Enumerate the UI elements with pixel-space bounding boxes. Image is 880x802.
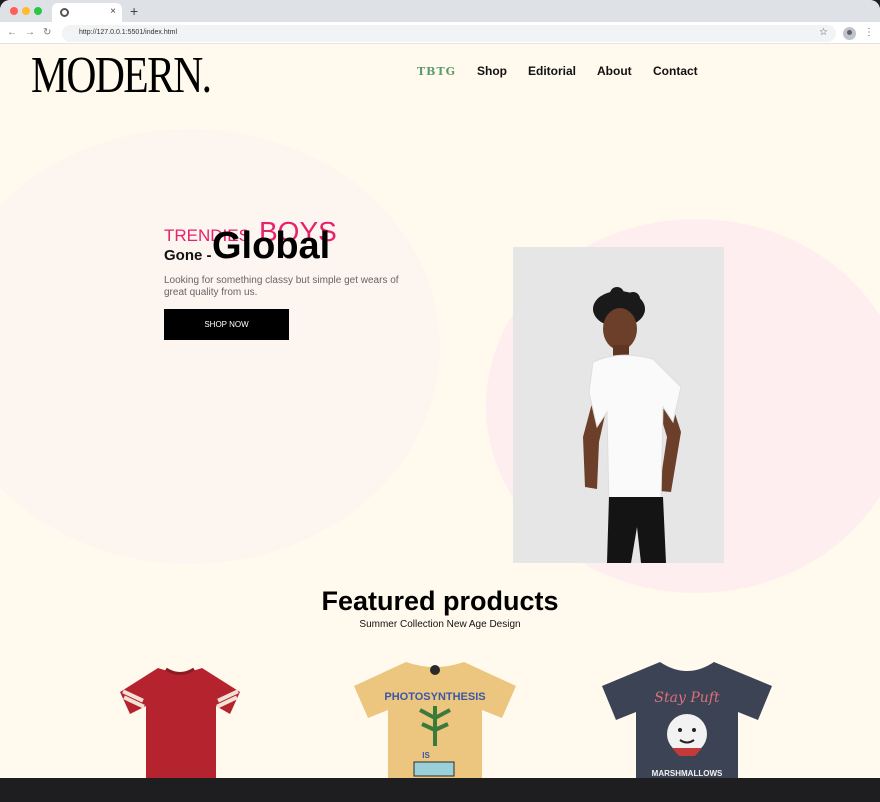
site-logo[interactable]: MODERN.	[31, 46, 212, 105]
reload-icon[interactable]: ↻	[43, 26, 51, 40]
nav-link-editorial[interactable]: Editorial	[528, 64, 576, 78]
forward-arrow-icon[interactable]: →	[25, 26, 35, 40]
tab-close-icon[interactable]: ×	[110, 6, 116, 18]
photosynthesis-is-print: IS	[422, 751, 430, 760]
nav-link-tbtg[interactable]: TBTG	[417, 65, 456, 78]
product-stay-puft-tshirt[interactable]: Stay Puft MARSHMALLOWS	[600, 656, 775, 778]
maximize-window-button[interactable]	[34, 7, 42, 15]
minimize-window-button[interactable]	[22, 7, 30, 15]
url-text: http://127.0.0.1:5501/index.html	[79, 29, 178, 36]
featured-products-subtitle: Summer Collection New Age Design	[359, 619, 521, 630]
hero-model-photo	[513, 247, 724, 563]
hero-gone-text: Gone -	[164, 247, 212, 264]
product-photosynthesis-tshirt[interactable]: PHOTOSYNTHESIS IS	[350, 656, 520, 778]
tab-bar: × +	[0, 0, 880, 22]
nav-link-contact[interactable]: Contact	[653, 64, 698, 78]
nav-link-about[interactable]: About	[597, 64, 632, 78]
background-circle-left	[0, 129, 440, 564]
product-red-tshirt[interactable]	[118, 656, 243, 778]
bookmark-star-icon[interactable]: ☆	[819, 27, 828, 39]
featured-products-title: Featured products	[321, 586, 559, 616]
profile-avatar-icon[interactable]	[843, 27, 856, 40]
url-field[interactable]: http://127.0.0.1:5501/index.html ☆	[62, 25, 836, 42]
nav-link-shop[interactable]: Shop	[477, 64, 507, 78]
browser-menu-icon[interactable]: ⋮	[864, 26, 874, 40]
back-arrow-icon[interactable]: ←	[7, 26, 17, 40]
address-bar: ← → ↻ http://127.0.0.1:5501/index.html ☆…	[0, 22, 880, 44]
photosynthesis-print: PHOTOSYNTHESIS	[384, 691, 485, 703]
new-tab-button[interactable]: +	[130, 3, 138, 19]
model-illustration	[583, 287, 682, 563]
hero-description: Looking for something classy but simple …	[164, 275, 399, 298]
stay-puft-print: Stay Puft	[654, 690, 720, 706]
marshmallows-print: MARSHMALLOWS	[652, 769, 723, 778]
shop-now-button[interactable]: SHOP NOW	[164, 309, 289, 340]
close-window-button[interactable]	[10, 7, 18, 15]
hero-global-text: Global	[212, 225, 331, 267]
browser-tab[interactable]: ×	[52, 3, 122, 22]
web-page: MODERN. TBTG Shop Editorial About Contac…	[0, 44, 880, 778]
globe-icon	[60, 8, 69, 17]
browser-window: × + ← → ↻ http://127.0.0.1:5501/index.ht…	[0, 0, 880, 778]
